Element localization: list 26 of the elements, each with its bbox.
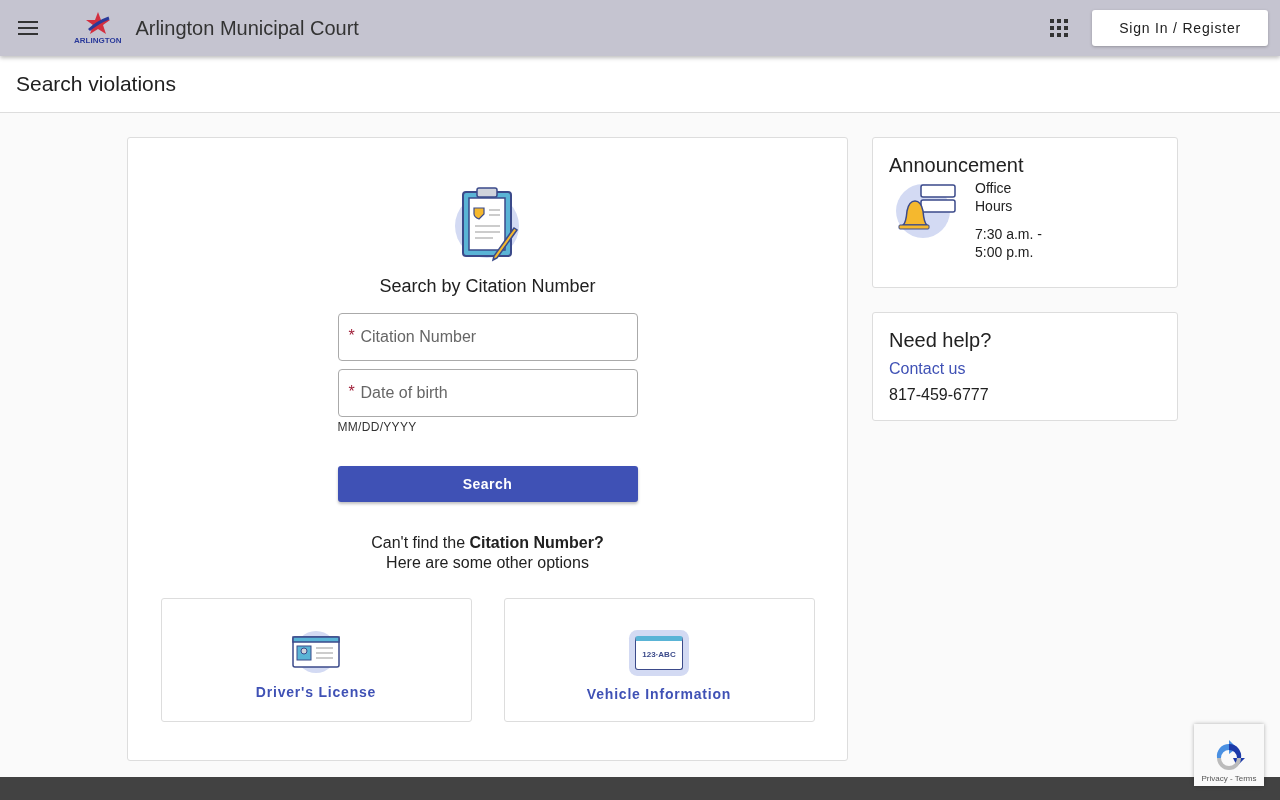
id-card-icon (291, 629, 341, 674)
phone-number: 817-459-6777 (889, 386, 990, 404)
menu-icon[interactable] (18, 21, 38, 35)
card-title: Need help? (889, 329, 993, 352)
search-heading: Search by Citation Number (379, 276, 596, 297)
logo-text: ARLINGTON (74, 35, 122, 45)
contact-link[interactable]: Contact us (889, 360, 966, 378)
help-text: Here are some other options (386, 554, 589, 572)
card-title: Announcement (889, 154, 1025, 177)
announcement-text: Office Hours (975, 179, 1014, 215)
option-card[interactable]: Driver's License (160, 598, 472, 722)
help-text: Can't find the Citation Number? (371, 534, 604, 552)
app-title: Arlington Municipal Court (135, 16, 359, 40)
recaptcha-badge[interactable]: Privacy - Terms (1194, 724, 1264, 786)
required-mark: * (348, 327, 355, 345)
option-card[interactable]: 123·ABC Vehicle Information (503, 598, 815, 722)
bell-icon (895, 181, 957, 239)
logo[interactable]: ARLINGTON (74, 11, 122, 45)
search-button[interactable]: Search (337, 466, 638, 502)
star-icon (84, 11, 111, 36)
field-hint: MM/DD/YYYY (337, 420, 418, 434)
page-title: Search violations (16, 72, 176, 96)
sign-in-button[interactable]: Sign In / Register (1092, 10, 1268, 46)
announcement-text: 7:30 a.m. - 5:00 p.m. (975, 225, 1043, 261)
required-mark: * (348, 383, 355, 401)
apps-grid-icon[interactable] (1050, 19, 1069, 37)
